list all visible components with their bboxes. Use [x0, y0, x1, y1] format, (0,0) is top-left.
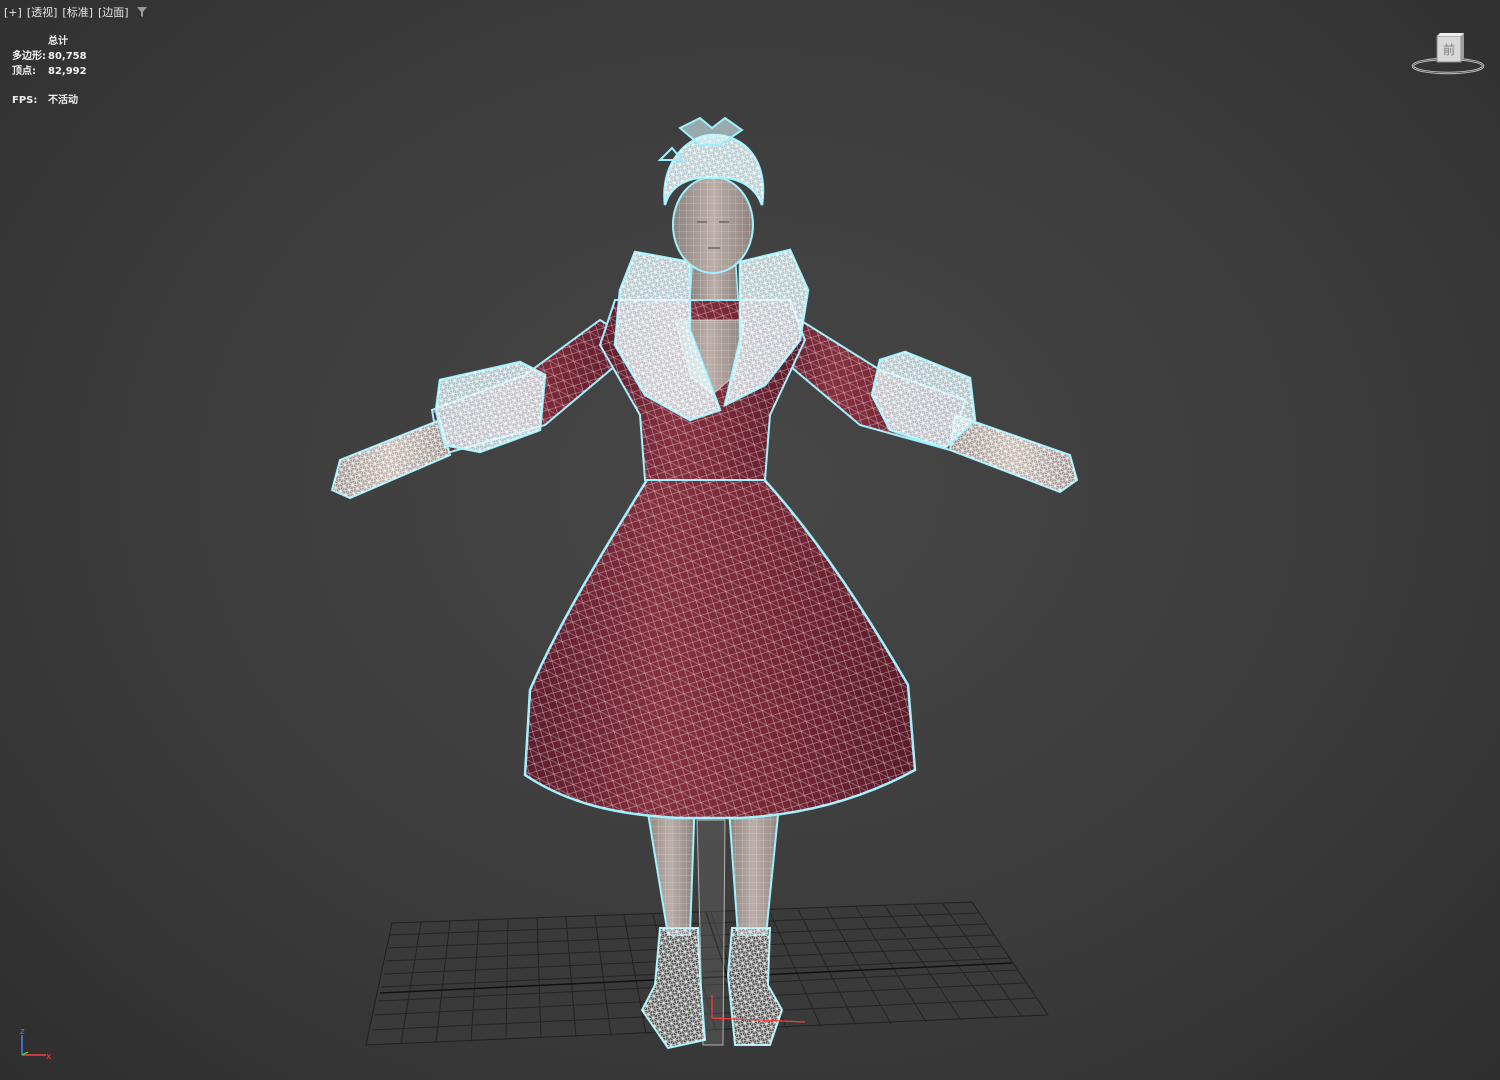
- viewcube[interactable]: 前: [1408, 28, 1488, 78]
- viewcube-face-label: 前: [1443, 42, 1455, 57]
- scene-canvas[interactable]: [0, 0, 1500, 1080]
- axis-z-label: z: [20, 1027, 25, 1037]
- perspective-viewport[interactable]: [+] [透视] [标准] [边面] 总计 多边形: 80,758 顶点: 82,9…: [0, 0, 1500, 1080]
- axis-x-label: x: [46, 1052, 52, 1062]
- axis-tripod: z x: [20, 1027, 52, 1062]
